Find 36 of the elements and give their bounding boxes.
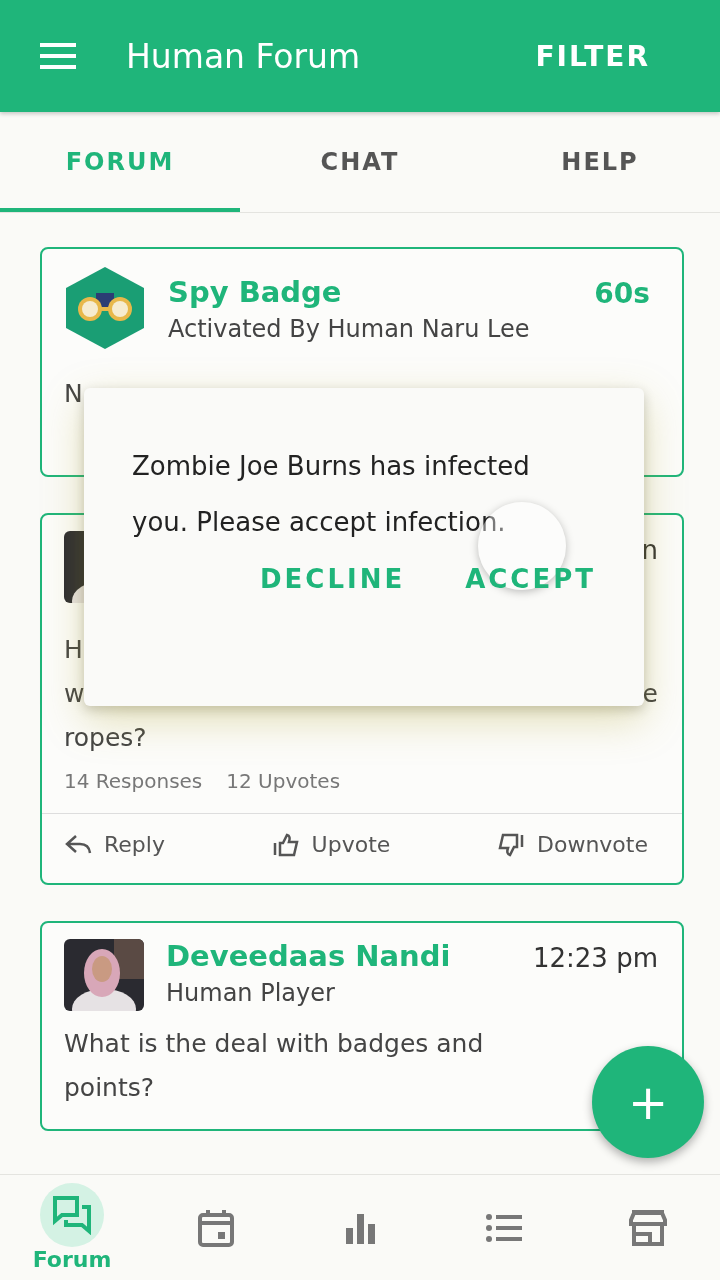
author-role: Human Player: [166, 979, 336, 1007]
badge-title: Spy Badge: [168, 275, 343, 309]
post-time: n: [641, 535, 658, 565]
post-text: N: [64, 378, 83, 408]
post-text: points?: [64, 1072, 155, 1102]
binoculars-badge-icon: [64, 265, 146, 351]
storefront-icon: [628, 1207, 668, 1248]
dialog-button[interactable]: DECLINE: [259, 564, 406, 594]
badge-activator: Activated By Human Naru Lee: [168, 315, 531, 343]
post-text: e: [642, 678, 658, 708]
downvote-button[interactable]: Downvote: [497, 832, 648, 857]
tab[interactable]: CHAT: [240, 112, 480, 212]
thumbs-down-icon: [497, 832, 525, 857]
tab[interactable]: FORUM: [0, 112, 240, 212]
badge-timer: 60s: [594, 277, 650, 310]
filter-button[interactable]: FILTER: [535, 39, 680, 73]
nav-item[interactable]: Forum: [0, 1175, 144, 1280]
dialog-message: Zombie Joe Burns has infected you. Please accept infection.: [132, 450, 531, 539]
menu-icon[interactable]: [40, 43, 76, 69]
post-text: w: [64, 678, 85, 708]
add-button[interactable]: +: [592, 1046, 704, 1158]
upvote-button[interactable]: Upvote: [271, 832, 391, 857]
app-title: Human Forum: [126, 36, 362, 76]
chat-bubbles-icon: [52, 1195, 92, 1235]
post-text: What is the deal with badges and: [64, 1028, 484, 1058]
author-name: Deveedaas Nandi: [166, 939, 452, 973]
post-text: ropes?: [64, 722, 147, 752]
calendar-icon: [196, 1207, 236, 1248]
post-stat: 14 Responses: [64, 769, 203, 793]
thumbs-up-icon: [271, 832, 300, 857]
tab[interactable]: HELP: [480, 112, 720, 212]
post-stat: 12 Upvotes: [226, 769, 341, 793]
post-text: H: [64, 634, 83, 664]
reply-button[interactable]: Reply: [64, 832, 165, 857]
post-time: 12:23 pm: [532, 943, 658, 973]
dialog-button[interactable]: ACCEPT: [465, 564, 596, 594]
